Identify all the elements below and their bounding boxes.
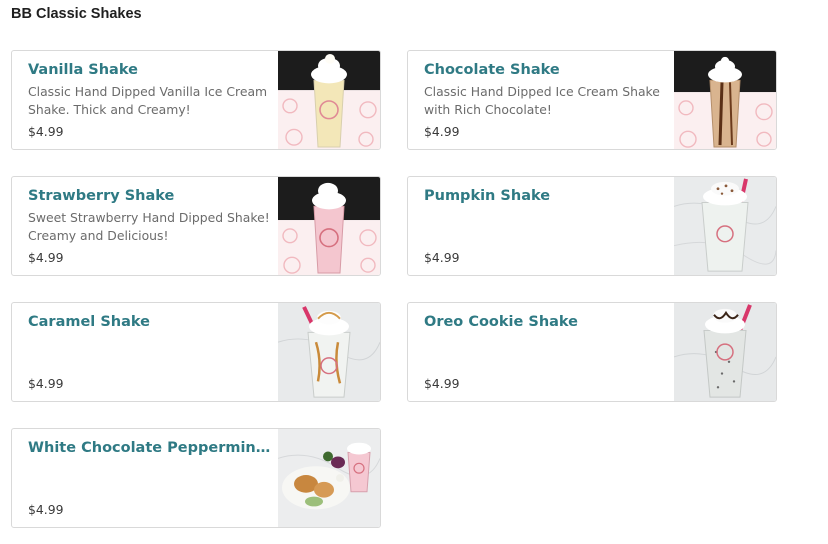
menu-item-price: $4.99: [28, 124, 64, 139]
menu-item-name: Vanilla Shake: [28, 62, 138, 78]
caramel-shake-photo: [278, 303, 380, 401]
menu-item-info: Vanilla Shake Classic Hand Dipped Vanill…: [12, 51, 280, 149]
section-title: BB Classic Shakes: [11, 6, 142, 22]
menu-item-price: $4.99: [28, 502, 64, 517]
menu-item-price: $4.99: [28, 376, 64, 391]
menu-item-name: Strawberry Shake: [28, 188, 175, 204]
menu-item-card[interactable]: Strawberry Shake Sweet Strawberry Hand D…: [11, 176, 381, 276]
menu-item-name: Pumpkin Shake: [424, 188, 551, 204]
menu-item-name: White Chocolate Peppermint S...: [28, 440, 276, 456]
vanilla-shake-photo: [278, 51, 380, 149]
menu-item-description: Classic Hand Dipped Ice Cream Shake with…: [424, 84, 660, 117]
menu-item-info: Oreo Cookie Shake $4.99: [408, 303, 676, 401]
menu-item-name: Oreo Cookie Shake: [424, 314, 579, 330]
menu-item-info: Pumpkin Shake $4.99: [408, 177, 676, 275]
strawberry-shake-photo: [278, 177, 380, 275]
menu-item-price: $4.99: [424, 250, 460, 265]
menu-item-card[interactable]: White Chocolate Peppermint S... $4.99: [11, 428, 381, 528]
menu-item-card[interactable]: Chocolate Shake Classic Hand Dipped Ice …: [407, 50, 777, 150]
menu-item-info: Caramel Shake $4.99: [12, 303, 280, 401]
menu-item-price: $4.99: [424, 124, 460, 139]
menu-item-info: Strawberry Shake Sweet Strawberry Hand D…: [12, 177, 280, 275]
menu-item-price: $4.99: [28, 250, 64, 265]
menu-item-card[interactable]: Oreo Cookie Shake $4.99: [407, 302, 777, 402]
chocolate-shake-photo: [674, 51, 776, 149]
menu-item-info: Chocolate Shake Classic Hand Dipped Ice …: [408, 51, 676, 149]
oreo-shake-photo: [674, 303, 776, 401]
menu-item-description: Sweet Strawberry Hand Dipped Shake! Crea…: [28, 210, 270, 243]
pumpkin-shake-photo: [674, 177, 776, 275]
menu-item-card[interactable]: Pumpkin Shake $4.99: [407, 176, 777, 276]
peppermint-shake-photo: [278, 429, 380, 527]
menu-item-description: Classic Hand Dipped Vanilla Ice Cream Sh…: [28, 84, 268, 117]
menu-item-card[interactable]: Vanilla Shake Classic Hand Dipped Vanill…: [11, 50, 381, 150]
menu-item-card[interactable]: Caramel Shake $4.99: [11, 302, 381, 402]
menu-item-price: $4.99: [424, 376, 460, 391]
menu-item-name: Caramel Shake: [28, 314, 150, 330]
menu-item-name: Chocolate Shake: [424, 62, 560, 78]
menu-item-info: White Chocolate Peppermint S... $4.99: [12, 429, 280, 527]
